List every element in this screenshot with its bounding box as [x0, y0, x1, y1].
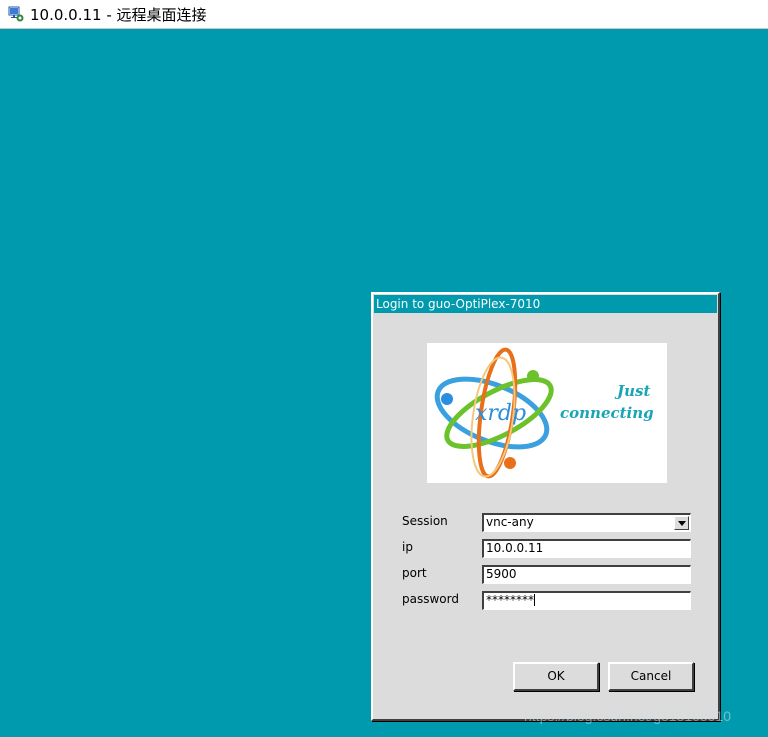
session-label: Session: [402, 514, 448, 528]
logo-name: xrdp: [475, 401, 526, 426]
password-value: ********: [486, 593, 534, 607]
ip-label: ip: [402, 540, 413, 554]
dropdown-arrow-button[interactable]: [674, 516, 689, 530]
port-label: port: [402, 566, 427, 580]
session-select[interactable]: vnc-any: [482, 513, 691, 532]
ip-input[interactable]: 10.0.0.11: [482, 539, 691, 558]
port-input[interactable]: 5900: [482, 565, 691, 584]
logo-tagline-2: connecting: [560, 404, 654, 422]
password-input[interactable]: ********: [482, 591, 691, 610]
cancel-button[interactable]: Cancel: [608, 662, 694, 691]
window-titlebar: 10.0.0.11 - 远程桌面连接: [0, 0, 768, 29]
logo-tagline-1: Just: [614, 382, 650, 400]
login-dialog: Login to guo-OptiPlex-7010 xrdp Just con…: [371, 292, 720, 721]
session-value: vnc-any: [486, 515, 534, 529]
dialog-title: Login to guo-OptiPlex-7010: [374, 295, 717, 313]
chevron-down-icon: [678, 521, 686, 526]
remote-desktop-icon: [8, 6, 24, 22]
port-value: 5900: [486, 567, 517, 581]
ip-value: 10.0.0.11: [486, 541, 544, 555]
password-label: password: [402, 592, 459, 606]
ok-button[interactable]: OK: [513, 662, 599, 691]
window-title: 10.0.0.11 - 远程桌面连接: [30, 5, 207, 24]
watermark: https://blog.csdn.net/g313105910: [524, 708, 732, 724]
text-caret: [534, 594, 535, 606]
xrdp-logo: xrdp Just connecting: [427, 343, 667, 483]
